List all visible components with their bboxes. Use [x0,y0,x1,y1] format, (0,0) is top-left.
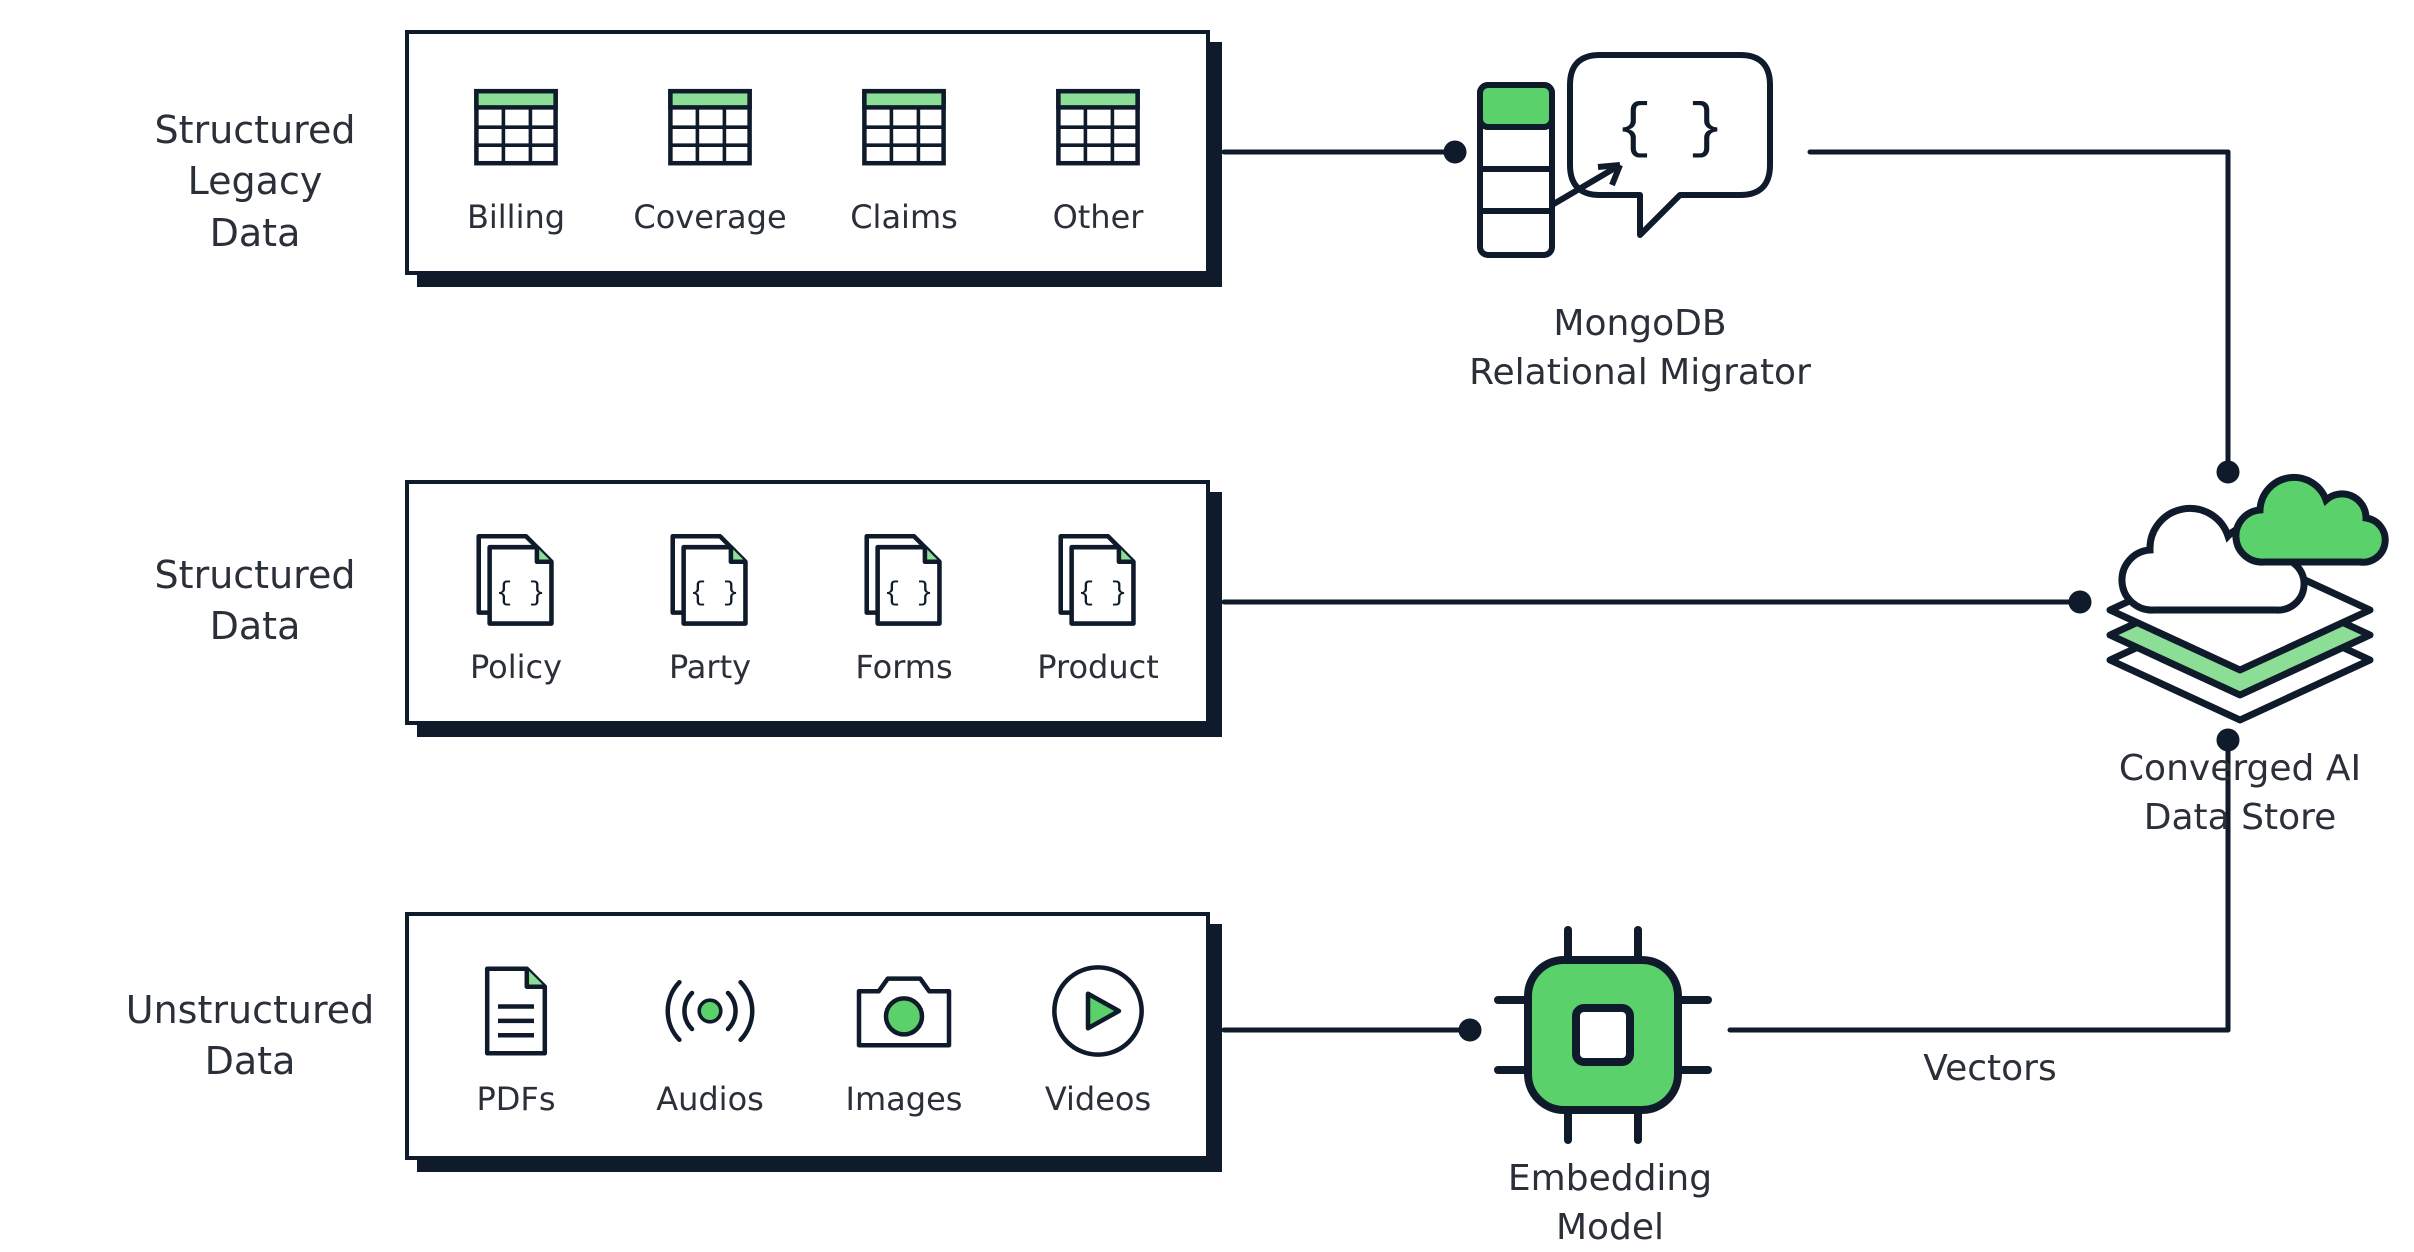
panel-item: Images [829,956,979,1118]
panel-item: Videos [1023,956,1173,1118]
section-label-line: Legacy Data [188,159,323,254]
processor-label-line: MongoDB [1553,303,1726,344]
camera-icon [849,956,959,1066]
processor-label-line: Embedding [1508,1158,1712,1199]
item-label: Coverage [633,198,786,236]
item-label: Images [846,1080,963,1118]
panel-item: PDFs [441,956,591,1118]
pdf-file-icon [461,956,571,1066]
panel-structured-data: { } Policy { } Party [405,480,1210,725]
json-documents-icon: { } [1043,524,1153,634]
video-play-icon [1043,956,1153,1066]
section-label-unstructured: Unstructured Data [110,985,390,1088]
item-label: Policy [470,648,562,686]
svg-text:{ }: { } [496,578,545,609]
svg-text:{ }: { } [1078,578,1127,609]
relational-migrator-icon: { } [1480,55,1770,255]
section-label-legacy: Structured Legacy Data [140,105,370,259]
svg-text:{ }: { } [690,578,739,609]
processor-label-line: Model [1556,1207,1664,1248]
processor-label-line: Relational Migrator [1469,352,1811,393]
panel-item: Billing [441,74,591,236]
item-label: Audios [656,1080,764,1118]
destination-label-line: Converged AI [2119,748,2361,789]
section-label-line: Structured [155,108,356,152]
panel-item: { } Party [635,524,785,686]
processor-label-migrator: MongoDB Relational Migrator [1450,300,1830,397]
json-documents-icon: { } [655,524,765,634]
panel-unstructured-data: PDFs Audios [405,912,1210,1160]
item-label: Forms [855,648,952,686]
table-icon [461,74,571,184]
panel-item: Audios [635,956,785,1118]
section-label-line: Unstructured [126,988,374,1032]
destination-label-line: Data Store [2144,797,2337,838]
panel-item: { } Product [1023,524,1173,686]
panel-item: Other [1023,74,1173,236]
audio-waves-icon [655,956,765,1066]
panel-legacy-data: Billing Coverage Claims Other [405,30,1210,275]
panel-item: { } Policy [441,524,591,686]
processor-label-embedding: Embedding Model [1490,1155,1730,1252]
section-label-line: Data [210,604,301,648]
table-icon [1043,74,1153,184]
embedding-model-chip-icon [1498,930,1708,1140]
item-label: Billing [467,198,565,236]
table-icon [849,74,959,184]
section-label-line: Data [205,1039,296,1083]
item-label: PDFs [476,1080,555,1118]
converged-data-store-icon [2110,477,2385,720]
edge-label-vectors: Vectors [1900,1048,2080,1089]
section-label-line: Structured [155,553,356,597]
diagram-stage: Structured Legacy Data Structured Data U… [0,0,2414,1244]
json-documents-icon: { } [461,524,571,634]
destination-label: Converged AI Data Store [2090,745,2390,842]
panel-item: { } Forms [829,524,979,686]
svg-text:{ }: { } [884,578,933,609]
svg-text:{ }: { } [1616,96,1724,164]
item-label: Product [1037,648,1159,686]
section-label-structured: Structured Data [140,550,370,653]
item-label: Videos [1045,1080,1151,1118]
panel-item: Claims [829,74,979,236]
panel-item: Coverage [635,74,785,236]
table-icon [655,74,765,184]
item-label: Party [669,648,751,686]
json-documents-icon: { } [849,524,959,634]
item-label: Other [1053,198,1144,236]
item-label: Claims [850,198,958,236]
